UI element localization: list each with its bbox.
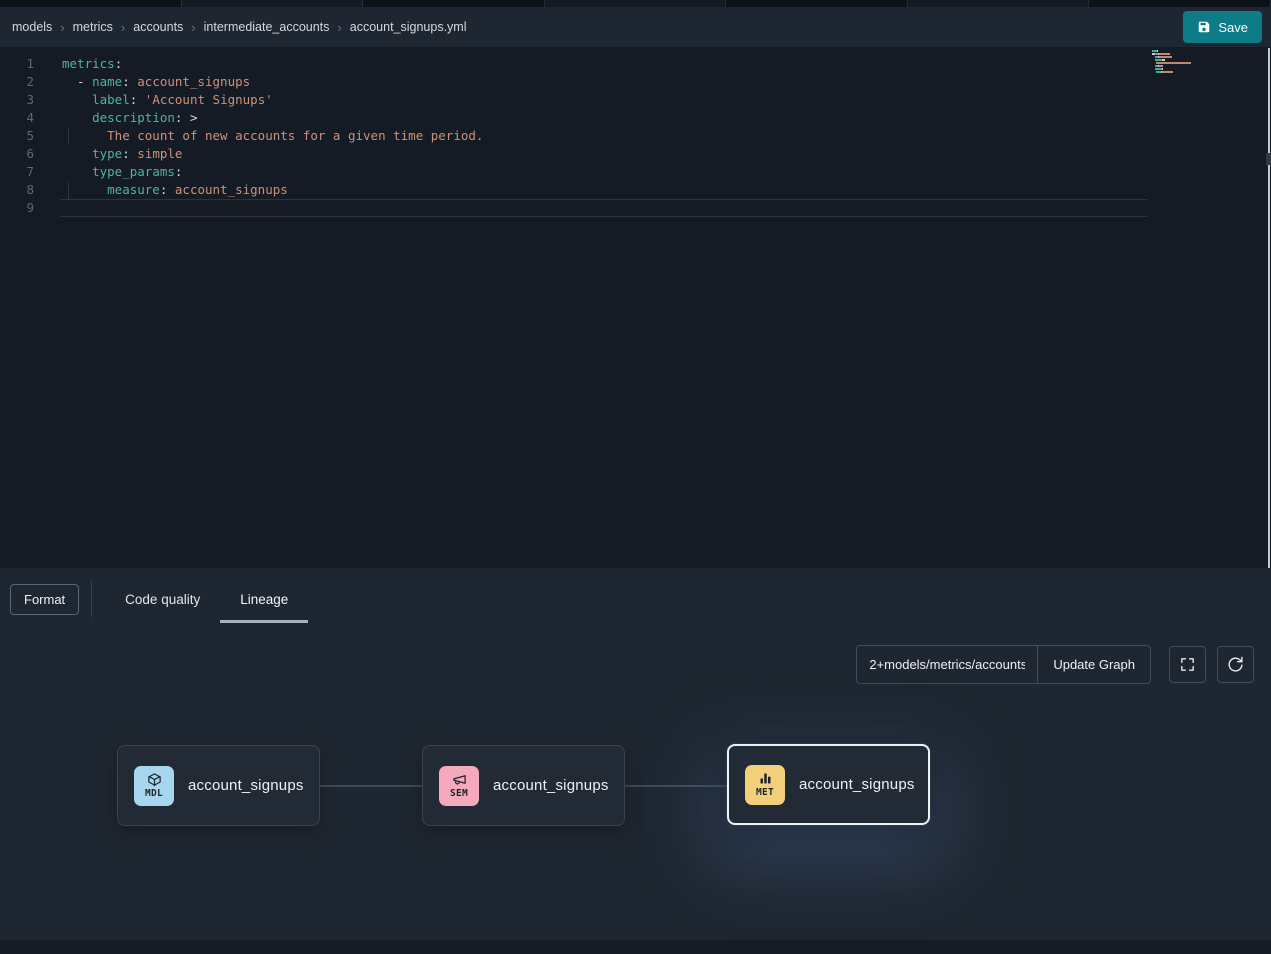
breadcrumb-item[interactable]: metrics — [73, 20, 113, 34]
breadcrumb-separator: › — [191, 20, 195, 35]
node-label: account_signups — [799, 776, 915, 793]
editor-tab[interactable] — [182, 0, 364, 7]
tab-code-quality[interactable]: Code quality — [105, 568, 220, 630]
code-line: 6 type: simple — [0, 145, 1271, 163]
editor-lines: 1metrics:2 - name: account_signups3 labe… — [0, 55, 1271, 217]
code-text: type_params: — [62, 163, 182, 181]
breadcrumb-separator: › — [121, 20, 125, 35]
code-line: 8 measure: account_signups — [0, 181, 1271, 199]
fullscreen-icon — [1179, 656, 1196, 673]
code-line: 4 description: > — [0, 109, 1271, 127]
code-line: 7 type_params: — [0, 163, 1271, 181]
breadcrumb-separator: › — [60, 20, 64, 35]
app-window: models › metrics › accounts › intermediate_acc… — [0, 0, 1271, 954]
lineage-edge — [320, 785, 422, 787]
line-number: 5 — [0, 127, 34, 145]
lineage-node-sem[interactable]: SEM account_signups — [422, 745, 625, 826]
code-line: 2 - name: account_signups — [0, 73, 1271, 91]
node-label: account_signups — [188, 777, 304, 794]
editor-tab-strip — [0, 0, 1271, 7]
code-line: 3 label: 'Account Signups' — [0, 91, 1271, 109]
breadcrumb-separator: › — [337, 20, 341, 35]
editor-scrollbar-thumb[interactable] — [1266, 153, 1271, 165]
line-number: 9 — [0, 199, 34, 217]
line-number: 8 — [0, 181, 34, 199]
save-icon — [1197, 20, 1211, 34]
save-button[interactable]: Save — [1183, 11, 1262, 43]
tab-lineage[interactable]: Lineage — [220, 568, 308, 630]
bar-chart-icon: MET — [745, 765, 785, 805]
megaphone-icon: SEM — [439, 766, 479, 806]
minimap[interactable] — [1152, 50, 1210, 77]
line-number: 6 — [0, 145, 34, 163]
panel-tabs: Code qualityLineage — [105, 568, 308, 630]
editor-tab[interactable] — [1089, 0, 1271, 7]
code-line: 9 — [0, 199, 1271, 217]
panel-divider — [91, 581, 92, 617]
code-line: 1 metrics: — [0, 55, 1271, 73]
breadcrumb: models › metrics › accounts › intermediate_acc… — [12, 20, 467, 35]
cube-icon: MDL — [134, 766, 174, 806]
save-label: Save — [1218, 20, 1248, 35]
code-text: The count of new accounts for a given ti… — [62, 127, 483, 145]
lineage-selector-input[interactable] — [857, 646, 1037, 683]
refresh-button[interactable] — [1217, 646, 1254, 683]
code-line: 5 The count of new accounts for a given … — [0, 127, 1271, 145]
lineage-node-mdl[interactable]: MDL account_signups — [117, 745, 320, 826]
code-text: description: > — [62, 109, 198, 127]
code-text: measure: account_signups — [62, 181, 288, 199]
format-button[interactable]: Format — [10, 584, 79, 615]
code-text: label: 'Account Signups' — [62, 91, 273, 109]
lineage-controls: Update Graph — [856, 645, 1254, 684]
lineage-canvas[interactable]: Update Graph MDL account_signups SEM accoun… — [0, 630, 1271, 940]
editor-scrollbar[interactable] — [1268, 48, 1270, 568]
lineage-selector-group: Update Graph — [856, 645, 1151, 684]
code-text: type: simple — [62, 145, 182, 163]
refresh-icon — [1227, 656, 1244, 673]
lineage-edge — [625, 785, 727, 787]
breadcrumb-item[interactable]: models — [12, 20, 52, 34]
line-number: 1 — [0, 55, 34, 73]
breadcrumb-item[interactable]: account_signups.yml — [350, 20, 467, 34]
code-text: metrics: — [62, 55, 122, 73]
fullscreen-button[interactable] — [1169, 646, 1206, 683]
breadcrumb-item[interactable]: accounts — [133, 20, 183, 34]
editor-tab[interactable] — [545, 0, 727, 7]
line-number: 2 — [0, 73, 34, 91]
update-graph-button[interactable]: Update Graph — [1037, 646, 1150, 683]
lineage-node-met[interactable]: MET account_signups — [727, 744, 930, 825]
editor-tab[interactable] — [908, 0, 1090, 7]
code-editor[interactable]: 1metrics:2 - name: account_signups3 labe… — [0, 48, 1271, 568]
window-footer — [0, 940, 1271, 954]
node-label: account_signups — [493, 777, 609, 794]
editor-tab[interactable] — [726, 0, 908, 7]
breadcrumb-item[interactable]: intermediate_accounts — [204, 20, 330, 34]
code-text: - name: account_signups — [62, 73, 250, 91]
line-number: 3 — [0, 91, 34, 109]
breadcrumb-bar: models › metrics › accounts › intermediate_acc… — [0, 7, 1271, 48]
line-number: 7 — [0, 163, 34, 181]
editor-tab[interactable] — [363, 0, 545, 7]
editor-tab[interactable] — [0, 0, 182, 7]
bottom-panel-header: Format Code qualityLineage — [0, 568, 1271, 630]
line-number: 4 — [0, 109, 34, 127]
